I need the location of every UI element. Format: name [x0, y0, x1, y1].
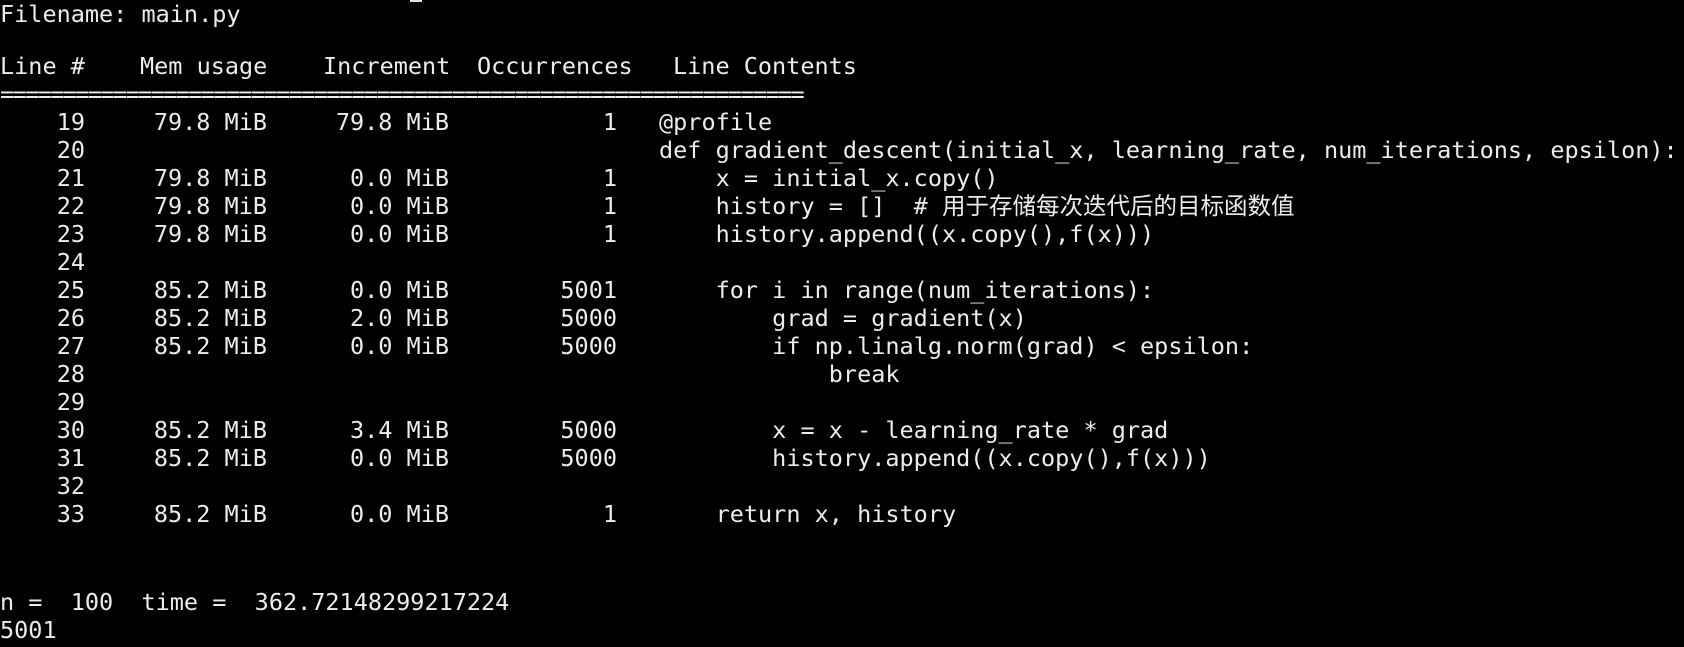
header-occurrences: Occurrences — [477, 52, 633, 80]
header-mem-usage: Mem usage — [140, 52, 268, 80]
table-separator: ========================================… — [0, 80, 805, 108]
row-line-no: 19 — [56, 108, 85, 136]
row-occurrences: 1 — [602, 164, 617, 192]
row-occurrences: 5000 — [560, 416, 617, 444]
row-mem-usage: 79.8 MiB — [153, 164, 267, 192]
row-mem-usage: 79.8 MiB — [153, 108, 267, 136]
table-header: Line # Mem usage Increment Occurrences L… — [0, 52, 1684, 80]
row-line-contents: if np.linalg.norm(grad) < epsilon: — [659, 332, 1254, 360]
row-occurrences: 1 — [602, 220, 617, 248]
row-line-contents: grad = gradient(x) — [659, 304, 1027, 332]
row-mem-usage: 85.2 MiB — [153, 500, 267, 528]
table-row: 33 85.2 MiB 0.0 MiB 1 return x, history — [0, 500, 1684, 528]
row-line-no: 30 — [56, 416, 85, 444]
row-line-contents: for i in range(num_iterations): — [659, 276, 1155, 304]
filename-line: Filename: main.py — [0, 0, 241, 28]
header-line-contents: Line Contents — [673, 52, 857, 80]
table-row: 23 79.8 MiB 0.0 MiB 1 history.append((x.cop… — [0, 220, 1684, 248]
row-line-contents: return x, history — [659, 500, 957, 528]
row-line-no: 25 — [56, 276, 85, 304]
row-mem-usage: 85.2 MiB — [153, 276, 267, 304]
table-row: 21 79.8 MiB 0.0 MiB 1 x = initial_x.copy() — [0, 164, 1684, 192]
row-occurrences: 5000 — [560, 304, 617, 332]
table-row: 26 85.2 MiB 2.0 MiB 5000 grad = gradient(x) — [0, 304, 1684, 332]
table-row: 19 79.8 MiB 79.8 MiB 1 @profile — [0, 108, 1684, 136]
table-row: 28 break — [0, 360, 1684, 388]
row-mem-usage: 85.2 MiB — [153, 304, 267, 332]
row-line-contents: x = x - learning_rate * grad — [659, 416, 1169, 444]
row-line-no: 28 — [56, 360, 85, 388]
table-row: 30 85.2 MiB 3.4 MiB 5000 x = x - learning_r… — [0, 416, 1684, 444]
row-line-contents: history.append((x.copy(),f(x))) — [659, 220, 1155, 248]
row-increment: 3.4 MiB — [349, 416, 449, 444]
row-line-no: 27 — [56, 332, 85, 360]
header-increment: Increment — [323, 52, 451, 80]
table-row: 22 79.8 MiB 0.0 MiB 1 history = [] # 用于存储每次… — [0, 192, 1684, 220]
row-increment: 79.8 MiB — [335, 108, 449, 136]
table-row: 25 85.2 MiB 0.0 MiB 5001 for i in range(num… — [0, 276, 1684, 304]
cursor-mark — [410, 0, 422, 2]
row-mem-usage: 79.8 MiB — [153, 192, 267, 220]
row-line-no: 23 — [56, 220, 85, 248]
row-line-contents: x = initial_x.copy() — [659, 164, 999, 192]
row-increment: 0.0 MiB — [349, 276, 449, 304]
row-increment: 0.0 MiB — [349, 164, 449, 192]
row-increment: 0.0 MiB — [349, 444, 449, 472]
row-increment: 0.0 MiB — [349, 332, 449, 360]
header-line-no: Line # — [0, 52, 85, 80]
row-line-no: 20 — [56, 136, 85, 164]
row-mem-usage: 85.2 MiB — [153, 444, 267, 472]
row-occurrences: 1 — [602, 108, 617, 136]
table-row: 24 — [0, 248, 1684, 276]
count-line: 5001 — [0, 616, 57, 644]
row-occurrences: 5000 — [560, 444, 617, 472]
row-increment: 0.0 MiB — [349, 500, 449, 528]
table-row: 32 — [0, 472, 1684, 500]
row-line-contents: history = [] # 用于存储每次迭代后的目标函数值 — [659, 192, 1295, 220]
row-line-no: 24 — [56, 248, 85, 276]
row-mem-usage: 85.2 MiB — [153, 416, 267, 444]
row-increment: 0.0 MiB — [349, 220, 449, 248]
row-occurrences: 1 — [602, 192, 617, 220]
row-line-no: 22 — [56, 192, 85, 220]
table-row: 31 85.2 MiB 0.0 MiB 5000 history.append((x.… — [0, 444, 1684, 472]
result-line: n = 100 time = 362.72148299217224 — [0, 588, 510, 616]
row-line-contents: history.append((x.copy(),f(x))) — [659, 444, 1211, 472]
row-occurrences: 5000 — [560, 332, 617, 360]
row-line-no: 33 — [56, 500, 85, 528]
row-occurrences: 1 — [602, 500, 617, 528]
row-increment: 2.0 MiB — [349, 304, 449, 332]
row-line-no: 21 — [56, 164, 85, 192]
row-line-contents: def gradient_descent(initial_x, learning… — [659, 136, 1678, 164]
row-line-contents: @profile — [659, 108, 773, 136]
row-mem-usage: 85.2 MiB — [153, 332, 267, 360]
row-line-no: 31 — [56, 444, 85, 472]
row-mem-usage: 79.8 MiB — [153, 220, 267, 248]
row-occurrences: 5001 — [560, 276, 617, 304]
row-increment: 0.0 MiB — [349, 192, 449, 220]
table-row: 27 85.2 MiB 0.0 MiB 5000 if np.linalg.norm(… — [0, 332, 1684, 360]
table-row: 29 — [0, 388, 1684, 416]
row-line-no: 29 — [56, 388, 85, 416]
row-line-no: 32 — [56, 472, 85, 500]
terminal-window[interactable]: Filename: main.py Line # Mem usage Incre… — [0, 0, 1684, 647]
table-row: 20 def gradient_descent(initial_x, learni… — [0, 136, 1684, 164]
row-line-contents: break — [659, 360, 900, 388]
row-line-no: 26 — [56, 304, 85, 332]
